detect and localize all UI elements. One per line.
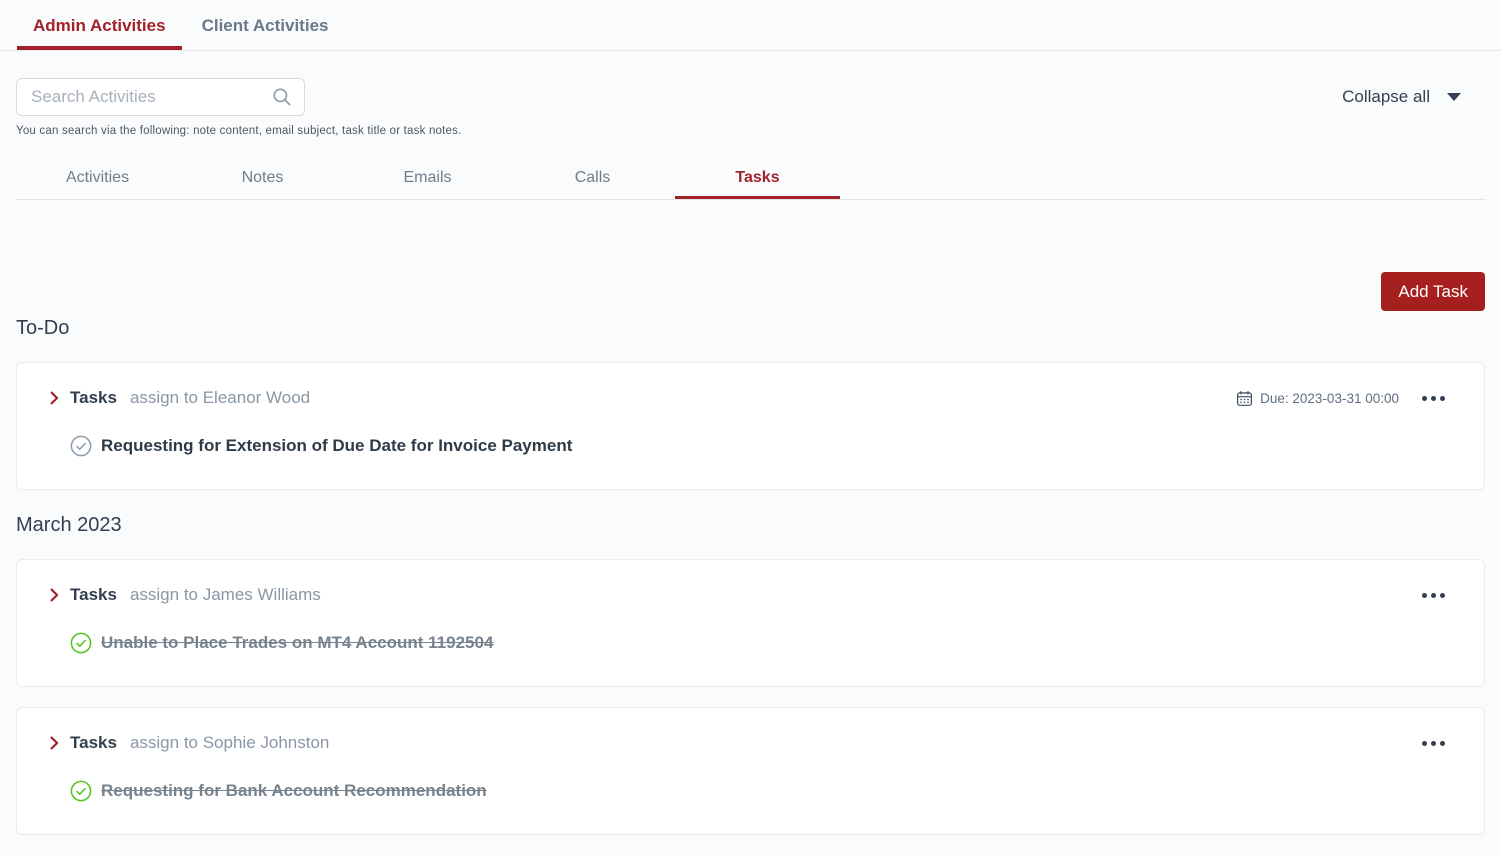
due-date-text: Due: 2023-03-31 00:00 <box>1260 390 1399 406</box>
task-assignee-text: assign to Sophie Johnston <box>129 733 330 752</box>
activity-tab-bar: Activities Notes Emails Calls Tasks <box>15 164 1486 200</box>
task-complete-check-icon[interactable] <box>70 632 92 654</box>
collapse-all-label: Collapse all <box>1342 87 1430 106</box>
task-item: Requesting for Bank Account Recommendati… <box>70 780 1447 802</box>
calendar-icon <box>1236 390 1253 407</box>
task-group-header: Tasks assign to James Williams <box>50 583 1447 607</box>
chevron-right-icon[interactable] <box>50 586 59 604</box>
search-box <box>16 78 305 116</box>
task-item: Unable to Place Trades on MT4 Account 11… <box>70 632 1447 654</box>
more-menu-icon[interactable] <box>1420 735 1447 752</box>
tab-calls[interactable]: Calls <box>510 164 675 199</box>
section-title-todo: To-Do <box>16 317 70 339</box>
task-group-header: Tasks assign to Eleanor Wood Due: 2023-0… <box>50 386 1447 410</box>
chevron-right-icon[interactable] <box>50 389 59 407</box>
task-card: Tasks assign to Eleanor Wood Due: 2023-0… <box>16 362 1485 490</box>
add-task-row: Add Task <box>16 272 1485 311</box>
tab-client-activities[interactable]: Client Activities <box>186 0 345 50</box>
task-group-header: Tasks assign to Sophie Johnston <box>50 731 1447 755</box>
task-type-label: Tasks <box>70 585 117 604</box>
task-incomplete-check-icon[interactable] <box>70 435 92 457</box>
tab-admin-activities[interactable]: Admin Activities <box>17 0 182 50</box>
more-menu-icon[interactable] <box>1420 390 1447 407</box>
chevron-right-icon[interactable] <box>50 734 59 752</box>
section-title-march-2023: March 2023 <box>16 514 122 536</box>
collapse-all-control[interactable]: Collapse all <box>1342 87 1461 107</box>
admin-activities-page: Admin Activities Client Activities Colla… <box>0 0 1501 856</box>
chevron-down-icon <box>1447 93 1461 101</box>
task-type-label: Tasks <box>70 388 117 407</box>
search-icon[interactable] <box>272 87 292 107</box>
tab-emails[interactable]: Emails <box>345 164 510 199</box>
main-tab-bar: Admin Activities Client Activities <box>0 0 1501 51</box>
task-type-label: Tasks <box>70 733 117 752</box>
more-menu-icon[interactable] <box>1420 587 1447 604</box>
add-task-button[interactable]: Add Task <box>1381 272 1485 311</box>
task-assignee-text: assign to Eleanor Wood <box>129 388 311 407</box>
task-title[interactable]: Requesting for Bank Account Recommendati… <box>101 781 487 801</box>
task-title[interactable]: Requesting for Extension of Due Date for… <box>101 436 572 456</box>
due-date: Due: 2023-03-31 00:00 <box>1236 390 1399 407</box>
task-card: Tasks assign to James Williams Unable to… <box>16 559 1485 687</box>
tab-activities[interactable]: Activities <box>15 164 180 199</box>
task-assignee-text: assign to James Williams <box>129 585 321 604</box>
task-item: Requesting for Extension of Due Date for… <box>70 435 1447 457</box>
task-card: Tasks assign to Sophie Johnston Requesti… <box>16 707 1485 835</box>
task-title[interactable]: Unable to Place Trades on MT4 Account 11… <box>101 633 493 653</box>
search-hint-text: You can search via the following: note c… <box>16 125 462 137</box>
search-input[interactable] <box>16 78 305 116</box>
search-row: Collapse all <box>0 51 1501 116</box>
tab-tasks[interactable]: Tasks <box>675 164 840 199</box>
tab-notes[interactable]: Notes <box>180 164 345 199</box>
task-complete-check-icon[interactable] <box>70 780 92 802</box>
tasks-content: Add Task To-Do Tasks assign to Eleanor W… <box>0 272 1501 835</box>
